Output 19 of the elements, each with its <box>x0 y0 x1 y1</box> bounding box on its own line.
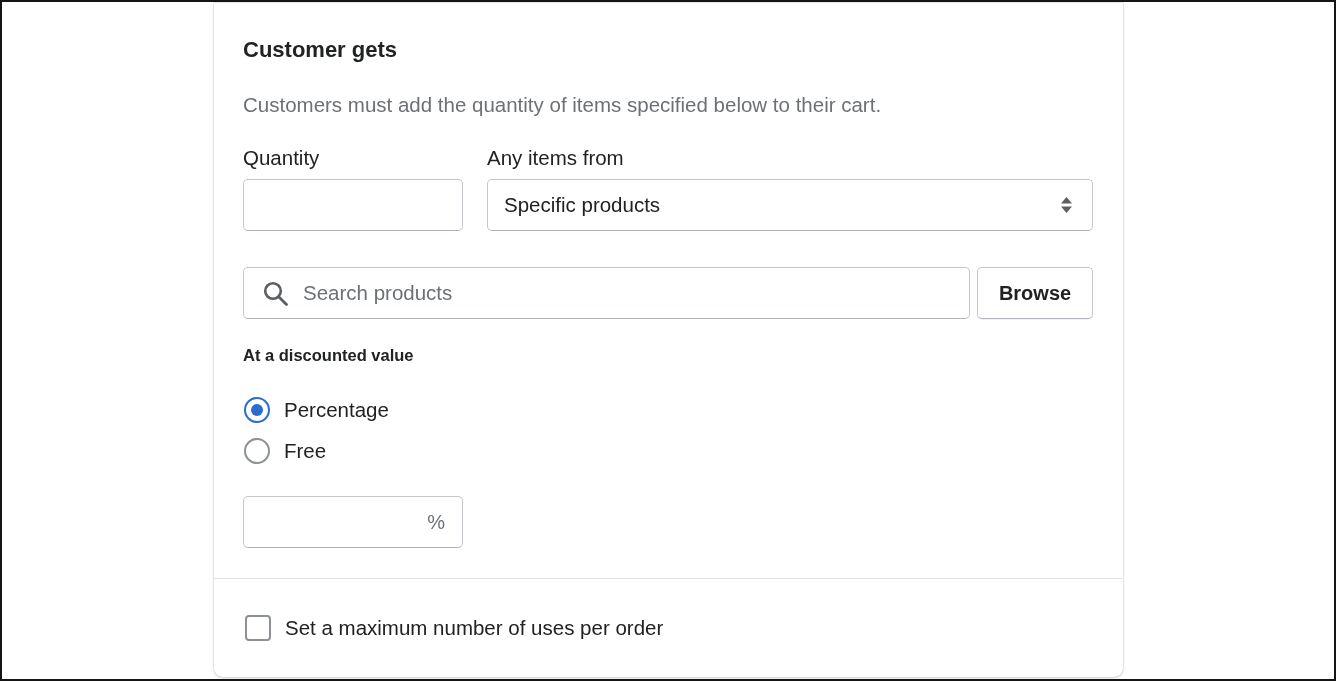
browse-button[interactable]: Browse <box>977 267 1093 319</box>
field-label: Any items from <box>487 146 624 170</box>
checkbox-label: Set a maximum number of uses per order <box>285 616 664 640</box>
description-text: Customers must add the quantity of items specified below to their cart. <box>243 93 882 117</box>
quantity-field[interactable] <box>243 179 463 231</box>
select-dropdown[interactable]: Specific products <box>487 179 1093 231</box>
section-heading: Customer gets <box>243 38 398 62</box>
unit-suffix: % <box>427 510 445 534</box>
up-down-caret-icon <box>1061 197 1072 213</box>
field-label: Quantity <box>243 146 320 170</box>
radio-button[interactable] <box>244 397 270 423</box>
percentage-field[interactable] <box>243 496 463 548</box>
radio-label: Percentage <box>284 398 389 422</box>
checkbox[interactable] <box>245 615 271 641</box>
search-field[interactable]: Search products <box>243 267 970 319</box>
radio-label: Free <box>284 439 327 463</box>
section-label: At a discounted value <box>243 345 414 365</box>
search-icon <box>263 281 288 306</box>
radio-button[interactable] <box>244 438 270 464</box>
